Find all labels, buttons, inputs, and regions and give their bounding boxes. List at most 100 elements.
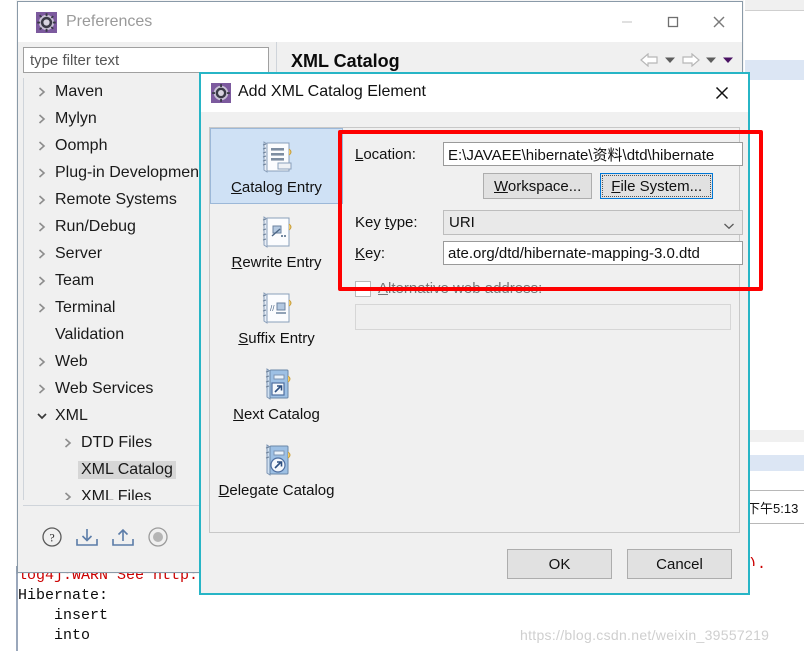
dialog-close-button[interactable] [700,74,744,112]
svg-text:?: ? [49,531,54,545]
file-system-button[interactable]: File System... [600,173,714,199]
key-type-row: Key type: URI [355,210,743,235]
sidebar-item-label: XML Files [81,487,152,501]
forward-dropdown-icon[interactable] [705,56,717,64]
sidebar-item-label: Web Services [55,379,154,397]
back-arrow-icon[interactable] [640,53,659,67]
chevron-right-icon[interactable] [32,275,52,287]
sidebar-item-label: Plug-in Development [55,163,204,181]
entry-type-label: Catalog Entry [231,179,322,196]
dialog-title: Add XML Catalog Element [238,83,426,100]
filter-field-wrapper [23,47,269,73]
entry-type-catalog-entry[interactable]: Catalog Entry [210,128,343,204]
forward-arrow-icon[interactable] [681,53,700,67]
dialog-content-frame: Catalog Entry Rewrite Entry // Suffix En… [209,127,743,533]
import-preferences-icon[interactable] [75,526,99,553]
ok-button[interactable]: OK [507,549,612,579]
suffix-entry-icon: // [256,286,298,330]
chevron-right-icon[interactable] [32,221,52,233]
dialog-body: Catalog Entry Rewrite Entry // Suffix En… [201,112,748,593]
back-dropdown-icon[interactable] [664,56,676,64]
sidebar-item-label: Server [55,244,103,262]
key-type-label: Key type: [355,214,418,231]
eclipse-preferences-icon [36,12,57,33]
catalog-entry-form: Location: Workspace... File System... Ke… [343,128,743,532]
location-input[interactable] [443,142,743,166]
entry-type-label: Suffix Entry [238,330,315,347]
entry-type-suffix-entry[interactable]: // Suffix Entry [210,280,343,356]
page-title: XML Catalog [291,51,400,71]
entry-type-rewrite-entry[interactable]: Rewrite Entry [210,204,343,280]
alternative-web-address-input[interactable] [355,304,731,330]
add-xml-catalog-element-dialog: Add XML Catalog Element Catalog Entry Re… [199,72,750,595]
background-highlight-row-1 [745,60,804,80]
entry-type-next-catalog[interactable]: Next Catalog [210,356,343,432]
background-highlight-row-2 [745,455,804,471]
background-toolbar-strip [745,0,804,11]
maximize-button[interactable] [650,2,696,42]
key-type-select[interactable]: URI [443,210,743,235]
workspace-button[interactable]: Workspace... [483,173,593,199]
svg-text://: // [270,304,275,313]
rewrite-entry-icon [256,210,298,254]
sidebar-item-label: Maven [55,82,104,100]
chevron-down-icon[interactable] [32,411,52,421]
alternative-web-address-checkbox[interactable] [355,280,371,297]
alternative-web-address-row: Alternative web address: [355,280,542,297]
eclipse-preferences-icon [211,83,231,103]
dialog-title-bar: Add XML Catalog Element [201,74,748,112]
alternative-web-address-label: Alternative web address: [378,280,543,297]
location-row: Location: [355,142,743,166]
preferences-window-title: Preferences [66,13,153,30]
chevron-right-icon[interactable] [32,140,52,152]
chevron-right-icon[interactable] [58,491,78,500]
entry-type-label: Delegate Catalog [218,482,335,499]
content-nav-toolbar [640,53,734,67]
view-menu-icon[interactable] [722,56,734,64]
window-controls [604,2,742,42]
location-label: Location: [355,145,416,163]
chevron-right-icon[interactable] [32,167,52,179]
sidebar-item-label: DTD Files [81,433,153,451]
sidebar-item-label: Remote Systems [55,190,177,208]
catalog-entry-icon [256,135,298,179]
chevron-down-icon[interactable] [723,217,735,234]
delegate-catalog-icon [256,438,298,482]
sidebar-item-label: Oomph [55,136,108,154]
close-button[interactable] [696,2,742,42]
chevron-right-icon[interactable] [32,194,52,206]
entry-type-label: Rewrite Entry [231,254,322,271]
search-input[interactable] [23,47,269,73]
location-browse-buttons: Workspace... File System... [483,173,714,199]
sidebar-item-label: Terminal [55,298,116,316]
key-input[interactable] [443,241,743,265]
sidebar-item-label: XML [55,406,88,424]
sidebar-item-label: Mylyn [55,109,97,127]
chevron-right-icon[interactable] [32,302,52,314]
entry-type-list[interactable]: Catalog Entry Rewrite Entry // Suffix En… [210,128,344,532]
watermark-text: https://blog.csdn.net/weixin_39557219 [520,627,770,643]
export-preferences-icon[interactable] [111,526,135,553]
chevron-right-icon[interactable] [32,383,52,395]
console-line: insert [18,607,109,624]
status-bar-clock: 下午5:13 [745,490,804,524]
preferences-title-bar: Preferences [18,2,742,42]
chevron-right-icon[interactable] [32,356,52,368]
sidebar-item-label: XML Catalog [78,460,176,479]
status-bar-time-label: 下午5:13 [747,501,799,516]
chevron-right-icon[interactable] [58,437,78,449]
key-type-value: URI [449,214,475,231]
sidebar-item-label: Web [55,352,88,370]
chevron-right-icon[interactable] [32,86,52,98]
chevron-right-icon[interactable] [32,248,52,260]
cancel-button[interactable]: Cancel [627,549,732,579]
entry-type-delegate-catalog[interactable]: Delegate Catalog [210,432,343,508]
sidebar-item-label: Team [55,271,95,289]
help-icon[interactable]: ? [41,526,63,553]
minimize-button[interactable] [604,2,650,42]
chevron-right-icon[interactable] [32,113,52,125]
restore-defaults-icon[interactable] [147,526,169,553]
key-row: Key: [355,241,743,265]
entry-type-label: Next Catalog [233,406,320,423]
dialog-button-bar: OK Cancel [507,549,732,579]
